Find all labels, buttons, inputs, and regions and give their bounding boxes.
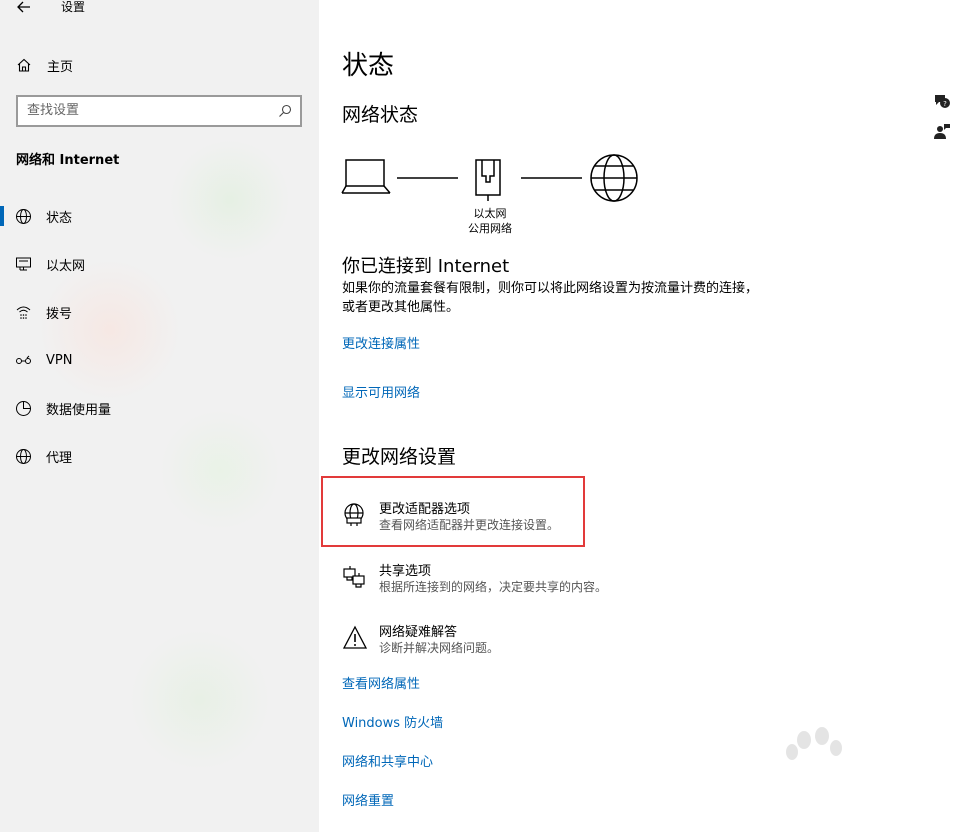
- connected-heading: 你已连接到 Internet: [342, 256, 510, 277]
- view-network-properties-link[interactable]: 查看网络属性: [342, 673, 420, 692]
- search-box[interactable]: [16, 95, 302, 127]
- data-usage-icon: [16, 400, 31, 416]
- warning-icon: [342, 625, 368, 649]
- svg-text:?: ?: [943, 100, 947, 108]
- option-title: 网络疑难解答: [379, 625, 458, 640]
- section-title: 网络和 Internet: [16, 153, 120, 168]
- dialup-icon: [16, 306, 31, 319]
- home-label: 主页: [47, 59, 74, 75]
- network-sharing-center-link[interactable]: 网络和共享中心: [342, 751, 433, 770]
- page-title: 状态: [342, 51, 395, 81]
- show-available-networks-link[interactable]: 显示可用网络: [342, 382, 420, 401]
- sidebar-item-label: VPN: [46, 352, 73, 368]
- sidebar: 设置 主页 网络和 Internet 状态 以太网: [0, 0, 319, 832]
- sidebar-item-label: 数据使用量: [46, 402, 112, 418]
- sidebar-item-data-usage[interactable]: 数据使用量: [0, 388, 319, 428]
- sidebar-item-ethernet[interactable]: 以太网: [0, 244, 319, 284]
- windows-firewall-link[interactable]: Windows 防火墙: [342, 712, 443, 731]
- baidu-paw-watermark-icon: [786, 727, 842, 760]
- sidebar-item-status[interactable]: 状态: [0, 196, 319, 236]
- connected-description: 如果你的流量套餐有限制，则你可以将此网络设置为按流量计费的连接，或者更改其他属性…: [342, 281, 759, 315]
- feedback-person-icon[interactable]: [932, 122, 952, 142]
- back-arrow-icon[interactable]: [14, 0, 34, 17]
- ethernet-port-icon: [475, 159, 501, 201]
- sidebar-item-label: 状态: [46, 210, 73, 226]
- help-chat-icon[interactable]: ?: [932, 92, 952, 112]
- search-icon[interactable]: [278, 104, 292, 118]
- home-nav-item[interactable]: 主页: [16, 55, 73, 75]
- network-type-label: 公用网络: [468, 222, 512, 235]
- vpn-icon: [16, 355, 31, 364]
- selection-indicator: [0, 206, 4, 226]
- sharing-options[interactable]: 共享选项 根据所连接到的网络，决定要共享的内容。: [342, 560, 672, 604]
- option-description: 诊断并解决网络问题。: [379, 641, 500, 655]
- internet-globe-icon: [590, 154, 638, 202]
- globe-icon: [16, 448, 31, 464]
- change-settings-heading: 更改网络设置: [342, 446, 457, 468]
- option-description: 根据所连接到的网络，决定要共享的内容。: [379, 580, 608, 594]
- sidebar-item-label: 以太网: [46, 258, 86, 274]
- sidebar-item-label: 拨号: [46, 306, 73, 322]
- app-title: 设置: [61, 0, 86, 14]
- sharing-icon: [343, 566, 365, 588]
- search-input[interactable]: [27, 103, 267, 118]
- network-troubleshooter[interactable]: 网络疑难解答 诊断并解决网络问题。: [342, 621, 672, 665]
- home-icon: [17, 58, 31, 72]
- network-status-heading: 网络状态: [342, 104, 419, 126]
- highlight-box: [321, 476, 585, 547]
- sidebar-item-dialup[interactable]: 拨号: [0, 292, 319, 332]
- laptop-icon: [341, 159, 391, 194]
- title-bar: 设置: [0, 0, 319, 18]
- sidebar-item-label: 代理: [46, 450, 73, 466]
- network-reset-link[interactable]: 网络重置: [342, 790, 394, 809]
- network-diagram: 以太网 公用网络: [340, 150, 650, 240]
- option-title: 共享选项: [379, 564, 432, 579]
- change-connection-properties-link[interactable]: 更改连接属性: [342, 333, 420, 352]
- ethernet-icon: [16, 257, 31, 270]
- adapter-name-label: 以太网: [473, 207, 507, 220]
- network-topology-graphic: [341, 154, 638, 202]
- sidebar-item-proxy[interactable]: 代理: [0, 436, 319, 476]
- sidebar-item-vpn[interactable]: VPN: [0, 340, 319, 380]
- globe-icon: [16, 208, 31, 224]
